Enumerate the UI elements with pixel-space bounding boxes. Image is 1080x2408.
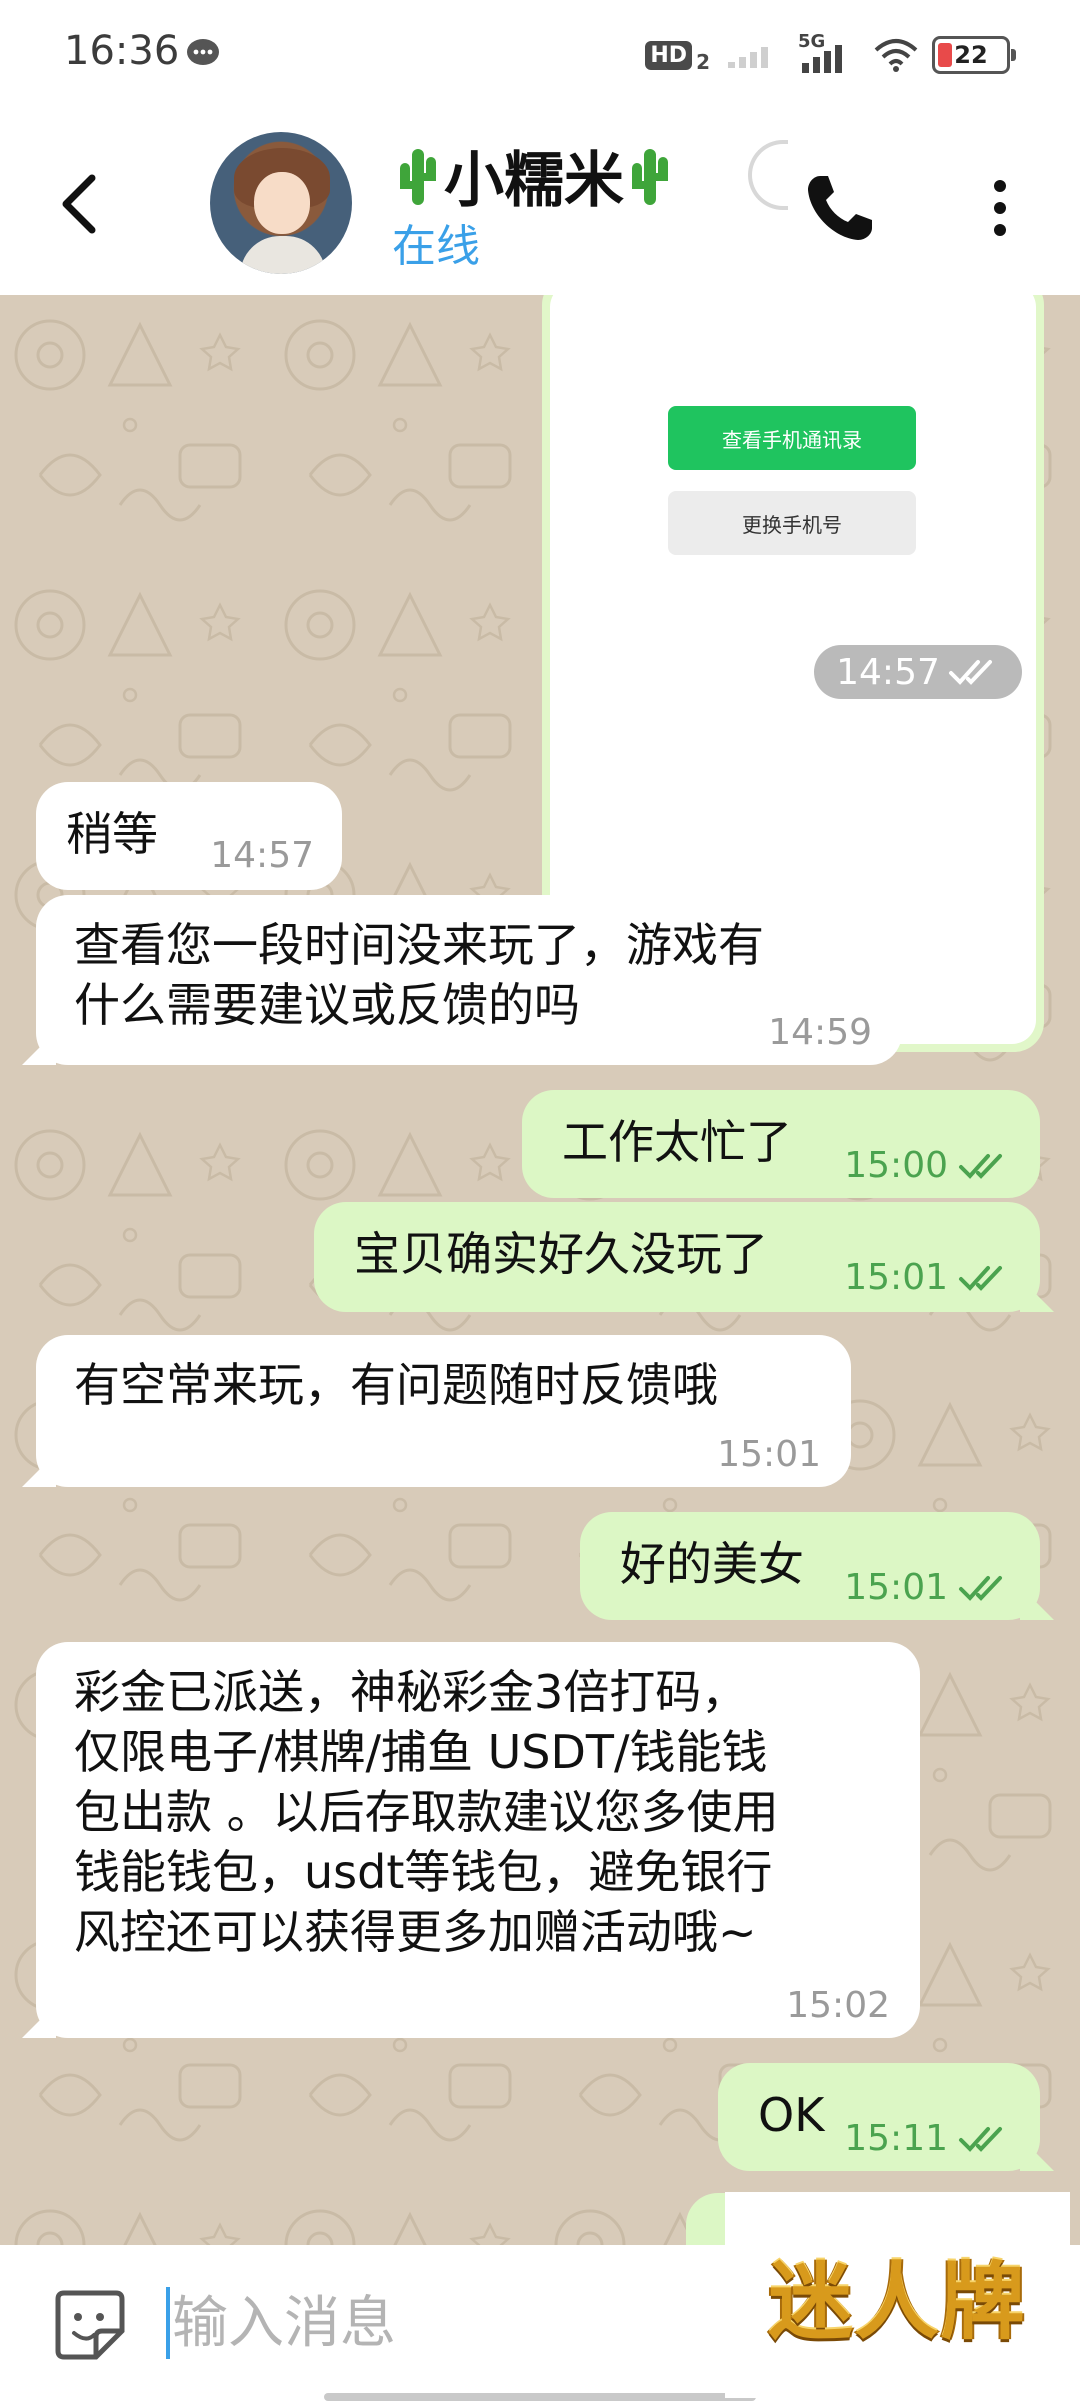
message-meta: 15:01 [844, 1258, 1010, 1298]
phone-icon[interactable] [800, 168, 880, 248]
cactus-icon [632, 148, 668, 205]
chat-area[interactable]: 查看手机通讯录 更换手机号 14:57 稍等 14:57 查看您一段时间没来玩了… [0, 295, 1080, 2245]
message-time: 14:59 [768, 1012, 872, 1053]
message-outgoing[interactable]: 好的美女 15:01 [580, 1512, 1040, 1620]
message-outgoing[interactable]: OK 15:11 [718, 2063, 1040, 2171]
status-bar: 16:36 HD 2 5G 22 [0, 0, 1080, 110]
avatar[interactable] [210, 132, 352, 274]
signal-icon-sim1 [728, 47, 768, 68]
message-text-line: 查看您一段时间没来玩了，游戏有 [74, 918, 764, 972]
view-contacts-button-image: 查看手机通讯录 [668, 406, 916, 470]
chat-header: 小糯米 在线 [0, 110, 1080, 295]
message-time: 14:57 [836, 651, 940, 693]
message-time: 15:01 [717, 1434, 821, 1475]
watermark-text: 迷人牌 [768, 2251, 1027, 2351]
chat-screen: 16:36 HD 2 5G 22 小糯米 在线 查看手机通讯录 更换手机号 14… [0, 0, 1080, 2408]
battery-icon: 22 [932, 36, 1016, 74]
contact-status: 在线 [392, 221, 480, 272]
message-icon [187, 39, 219, 65]
message-meta: 15:11 [844, 2119, 1010, 2159]
message-meta: 15:01 [717, 1435, 821, 1475]
message-meta: 14:57 [814, 645, 1022, 699]
message-time: 14:57 [210, 835, 314, 876]
message-outgoing[interactable]: 宝贝确实好久没玩了 15:01 [314, 1202, 1040, 1312]
status-time: 16:36 [64, 28, 180, 74]
message-meta: 14:59 [768, 1013, 872, 1053]
message-text-line: 风控还可以获得更多加赠活动哦~ [74, 1905, 757, 1959]
message-outgoing[interactable]: 工作太忙了 15:00 [522, 1090, 1040, 1198]
message-incoming[interactable]: 稍等 14:57 [36, 782, 342, 890]
home-indicator[interactable] [324, 2393, 756, 2401]
message-time: 15:00 [844, 1145, 948, 1186]
message-incoming[interactable]: 有空常来玩，有问题随时反馈哦 15:01 [36, 1335, 851, 1487]
message-meta: 14:57 [210, 836, 314, 876]
message-incoming[interactable]: 查看您一段时间没来玩了，游戏有 什么需要建议或反馈的吗 14:59 [36, 895, 902, 1065]
message-time: 15:11 [844, 2118, 948, 2159]
message-text-line: 什么需要建议或反馈的吗 [74, 978, 580, 1032]
cactus-icon [400, 148, 436, 205]
message-meta: 15:02 [786, 1986, 890, 2026]
status-icons: HD 2 5G 22 [645, 31, 1016, 78]
message-time: 15:01 [844, 1257, 948, 1298]
read-tick-icon [959, 1266, 1002, 1291]
message-text-line: 钱能钱包，usdt等钱包，避免银行 [74, 1845, 773, 1899]
text-cursor [166, 2287, 170, 2359]
message-incoming[interactable]: 彩金已派送，神秘彩金3倍打码， 仅限电子/棋牌/捕鱼 USDT/钱能钱 包出款 … [36, 1642, 920, 2038]
read-tick-icon [959, 1154, 1002, 1179]
hd-icon: HD 2 [645, 40, 710, 74]
message-text: 有空常来玩，有问题随时反馈哦 [74, 1358, 718, 1412]
read-tick-icon [948, 660, 992, 685]
wifi-icon [874, 39, 918, 72]
change-phone-button-image: 更换手机号 [668, 491, 916, 555]
battery-level: 22 [954, 41, 988, 69]
message-text-line: 彩金已派送，神秘彩金3倍打码， [74, 1665, 748, 1719]
message-text-line: 仅限电子/棋牌/捕鱼 USDT/钱能钱 [74, 1725, 768, 1779]
message-meta: 15:01 [844, 1568, 1010, 1608]
read-tick-icon [959, 2127, 1002, 2152]
contact-name-row[interactable]: 小糯米 [392, 132, 676, 219]
message-text-line: 包出款 。以后存取款建议您多使用 [74, 1785, 779, 1839]
message-input[interactable] [172, 2281, 692, 2365]
read-tick-icon [959, 1576, 1002, 1601]
signal-icon: 5G [796, 31, 860, 75]
message-time: 15:02 [786, 1985, 890, 2026]
sticker-icon[interactable] [50, 2285, 130, 2365]
contact-name: 小糯米 [444, 146, 624, 216]
watermark-logo: 迷人牌 [725, 2192, 1070, 2398]
back-icon[interactable] [50, 164, 110, 244]
message-meta: 15:00 [844, 1146, 1010, 1186]
more-vert-icon[interactable] [970, 168, 1030, 248]
video-call-icon[interactable] [748, 140, 788, 210]
message-time: 15:01 [844, 1567, 948, 1608]
